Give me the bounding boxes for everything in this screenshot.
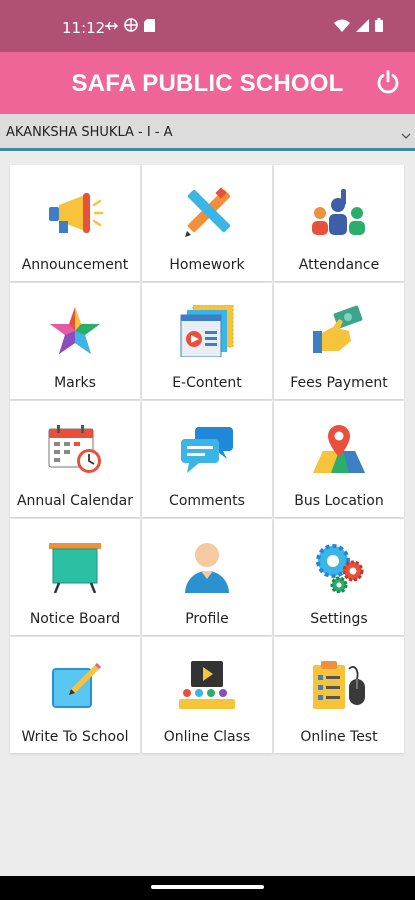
wifi-icon bbox=[334, 19, 350, 37]
raised-hand-group-icon bbox=[309, 187, 369, 239]
menu-item-label: Annual Calendar bbox=[16, 493, 134, 509]
student-selector[interactable]: AKANKSHA SHUKLA - I - A bbox=[0, 114, 415, 151]
menu-item-label: Notice Board bbox=[29, 611, 121, 627]
user-profile-icon bbox=[177, 541, 237, 593]
notice-board-icon bbox=[45, 541, 105, 594]
status-left-icons bbox=[104, 18, 155, 37]
write-note-icon bbox=[45, 659, 105, 711]
menu-item-label: Write To School bbox=[21, 729, 129, 745]
pencil-ruler-icon bbox=[177, 187, 237, 239]
vpn-icon bbox=[124, 18, 138, 37]
menu-item-attendance[interactable]: Attendance bbox=[274, 165, 404, 281]
menu-item-label: Comments bbox=[169, 493, 245, 509]
menu-item-marks[interactable]: Marks bbox=[10, 283, 140, 399]
menu-item-label: Marks bbox=[54, 375, 96, 391]
menu-item-label: Announcement bbox=[21, 257, 129, 273]
menu-item-label: Online Class bbox=[163, 729, 251, 745]
menu-item-label: Fees Payment bbox=[290, 375, 388, 391]
student-selector-value: AKANKSHA SHUKLA - I - A bbox=[6, 125, 173, 140]
menu-item-comments[interactable]: Comments bbox=[142, 401, 272, 517]
sd-card-icon bbox=[144, 18, 155, 37]
menu-item-label: E-Content bbox=[172, 375, 242, 391]
menu-item-settings[interactable]: Settings bbox=[274, 519, 404, 635]
menu-item-bus-location[interactable]: Bus Location bbox=[274, 401, 404, 517]
menu-item-label: Settings bbox=[310, 611, 368, 627]
menu-item-e-content[interactable]: E-Content bbox=[142, 283, 272, 399]
menu-item-fees-payment[interactable]: Fees Payment bbox=[274, 283, 404, 399]
menu-item-notice-board[interactable]: Notice Board bbox=[10, 519, 140, 635]
status-right-icons bbox=[334, 18, 383, 37]
menu-item-label: Attendance bbox=[298, 257, 380, 273]
menu-item-label: Profile bbox=[185, 611, 229, 627]
map-pin-icon bbox=[309, 423, 369, 475]
menu-item-write-to-school[interactable]: Write To School bbox=[10, 637, 140, 753]
menu-item-label: Online Test bbox=[300, 729, 378, 745]
video-book-icon bbox=[177, 304, 237, 358]
hand-money-icon bbox=[309, 305, 369, 357]
megaphone-icon bbox=[45, 187, 105, 239]
usb-debug-icon bbox=[104, 19, 119, 37]
signal-icon bbox=[356, 18, 369, 37]
home-gesture-handle[interactable] bbox=[151, 885, 264, 889]
page-title: SAFA PUBLIC SCHOOL bbox=[71, 70, 344, 97]
battery-icon bbox=[375, 18, 383, 37]
calendar-clock-icon bbox=[45, 423, 105, 475]
power-icon[interactable] bbox=[375, 69, 401, 95]
star-icon bbox=[45, 305, 105, 357]
menu-grid: Announcement Homework Attendance Marks E… bbox=[10, 165, 404, 753]
menu-item-announcement[interactable]: Announcement bbox=[10, 165, 140, 281]
status-time: 11:12 bbox=[62, 19, 106, 37]
status-bar: 11:12 bbox=[0, 0, 415, 52]
system-nav-bar bbox=[0, 876, 415, 900]
menu-item-label: Homework bbox=[169, 257, 245, 273]
menu-item-profile[interactable]: Profile bbox=[142, 519, 272, 635]
chevron-down-icon bbox=[401, 127, 411, 139]
test-mouse-icon bbox=[309, 659, 369, 711]
menu-item-online-class[interactable]: Online Class bbox=[142, 637, 272, 753]
chat-bubbles-icon bbox=[177, 423, 237, 475]
menu-item-label: Bus Location bbox=[294, 493, 384, 509]
menu-item-online-test[interactable]: Online Test bbox=[274, 637, 404, 753]
gears-icon bbox=[309, 541, 369, 594]
menu-item-homework[interactable]: Homework bbox=[142, 165, 272, 281]
menu-item-annual-calendar[interactable]: Annual Calendar bbox=[10, 401, 140, 517]
app-bar: SAFA PUBLIC SCHOOL bbox=[0, 52, 415, 114]
online-class-icon bbox=[177, 659, 237, 711]
